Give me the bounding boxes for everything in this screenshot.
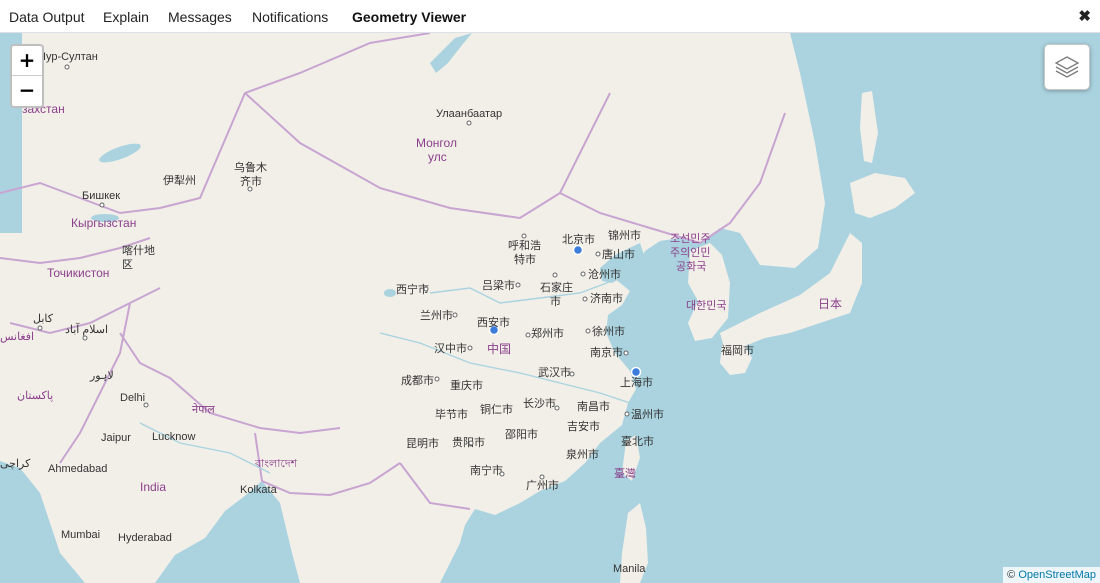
label-hohhot-2: 特市 bbox=[514, 252, 536, 266]
label-fukuoka: 福岡市 bbox=[721, 343, 754, 357]
label-shanghai: 上海市 bbox=[620, 375, 653, 389]
label-tongren: 铜仁市 bbox=[480, 402, 513, 416]
layers-button[interactable] bbox=[1044, 44, 1090, 90]
label-wenzhou: 温州市 bbox=[631, 407, 664, 421]
label-bishkek: Бишкек bbox=[82, 190, 120, 202]
label-china: 中国 bbox=[487, 341, 511, 356]
tab-data-output[interactable]: Data Output bbox=[9, 9, 85, 25]
label-wuhan: 武汉市 bbox=[538, 365, 571, 379]
label-bangladesh: বাংলাদেশ bbox=[254, 458, 298, 470]
label-kyrgyzstan: Кыргызстан bbox=[71, 216, 136, 230]
label-tangshan: 唐山市 bbox=[602, 247, 635, 261]
close-icon[interactable]: ✖ bbox=[1078, 7, 1091, 25]
label-lucknow: Lucknow bbox=[152, 431, 195, 443]
label-lahore: لاہور bbox=[89, 370, 114, 382]
label-yining: 伊犁州 bbox=[163, 173, 196, 187]
label-cangzhou: 沧州市 bbox=[588, 267, 621, 281]
label-lanzhou: 兰州市 bbox=[420, 308, 453, 322]
layers-icon bbox=[1054, 56, 1080, 78]
label-shijiazhuang-1: 石家庄 bbox=[540, 280, 573, 294]
attribution-prefix: © bbox=[1007, 569, 1016, 581]
label-nanning: 南宁市 bbox=[470, 463, 503, 477]
label-islamabad: اسلام آباد bbox=[65, 323, 108, 336]
label-tajikistan: Точикистон bbox=[47, 266, 109, 280]
tab-notifications[interactable]: Notifications bbox=[252, 9, 328, 25]
label-astana: Нур-Султан bbox=[38, 51, 98, 63]
map-attribution: © OpenStreetMap bbox=[1003, 567, 1100, 583]
label-ulaanbaatar: Улаанбаатар bbox=[436, 108, 502, 120]
label-shaoyang: 邵阳市 bbox=[505, 427, 538, 441]
label-nk-3: 공화국 bbox=[676, 260, 706, 273]
label-beijing: 北京市 bbox=[562, 232, 595, 246]
label-kabul: کابل bbox=[33, 313, 54, 325]
label-korea: 대한민국 bbox=[686, 299, 726, 312]
label-nk-2: 주의인민 bbox=[670, 246, 710, 259]
map-canvas[interactable]: Нур-Султан захстан Улаанбаатар Монгол ул… bbox=[0, 33, 1100, 583]
label-hohhot-1: 呼和浩 bbox=[508, 239, 541, 252]
label-nepal: नेपाल bbox=[192, 403, 215, 416]
label-urumqi-2: 齐市 bbox=[240, 174, 262, 188]
label-kashgar-1: 喀什地 bbox=[122, 244, 155, 257]
openstreetmap-link[interactable]: OpenStreetMap bbox=[1018, 569, 1096, 581]
label-manila: Manila bbox=[613, 563, 646, 575]
label-hanzhong: 汉中市 bbox=[434, 341, 467, 355]
marker-beijing[interactable] bbox=[572, 244, 584, 256]
map-view[interactable]: Нур-Султан захстан Улаанбаатар Монгол ул… bbox=[0, 33, 1100, 583]
label-jinzhou: 锦州市 bbox=[608, 228, 641, 242]
label-xian: 西安市 bbox=[477, 315, 510, 329]
label-kolkata: Kolkata bbox=[240, 484, 278, 496]
label-ahmedabad: Ahmedabad bbox=[48, 463, 107, 475]
label-nanjing: 南京市 bbox=[590, 345, 623, 359]
label-mumbai: Mumbai bbox=[61, 529, 100, 541]
zoom-out-button[interactable]: − bbox=[12, 76, 42, 106]
label-chengdu: 成都市 bbox=[401, 373, 434, 387]
label-changsha: 长沙市 bbox=[523, 396, 556, 410]
label-kunming: 昆明市 bbox=[406, 436, 439, 450]
label-mongolia-2: улс bbox=[428, 150, 447, 164]
label-nanchang: 南昌市 bbox=[577, 399, 610, 413]
results-tab-bar: Data Output Explain Messages Notificatio… bbox=[0, 0, 1100, 33]
label-shijiazhuang-2: 市 bbox=[550, 294, 561, 308]
marker-shanghai[interactable] bbox=[630, 366, 642, 378]
label-india: India bbox=[140, 480, 166, 494]
label-guangzhou: 广州市 bbox=[526, 478, 559, 492]
label-delhi: Delhi bbox=[120, 392, 145, 404]
label-urumqi-1: 乌鲁木 bbox=[234, 160, 267, 174]
label-pakistan: پاکستان bbox=[17, 390, 53, 402]
label-bijie: 毕节市 bbox=[435, 407, 468, 421]
label-hyderabad: Hyderabad bbox=[118, 532, 172, 544]
label-chongqing: 重庆市 bbox=[450, 378, 483, 392]
tab-messages[interactable]: Messages bbox=[168, 9, 232, 25]
label-zhengzhou: 郑州市 bbox=[531, 326, 564, 340]
label-afghanistan: افغانس bbox=[0, 331, 34, 343]
label-mongolia-1: Монгол bbox=[416, 136, 457, 150]
label-guiyang: 贵阳市 bbox=[452, 435, 485, 449]
label-quanzhou: 泉州市 bbox=[566, 447, 599, 461]
zoom-control: + − bbox=[10, 44, 44, 108]
label-taiwan: 臺灣 bbox=[614, 466, 636, 480]
label-karachi: کراچی bbox=[0, 458, 31, 470]
label-japan: 日本 bbox=[818, 297, 842, 311]
lake-qinghai bbox=[384, 289, 396, 297]
label-jinan: 济南市 bbox=[590, 291, 623, 305]
label-lvliang: 吕梁市 bbox=[482, 278, 515, 292]
label-xuzhou: 徐州市 bbox=[592, 324, 625, 338]
tab-explain[interactable]: Explain bbox=[103, 9, 149, 25]
label-taipei: 臺北市 bbox=[621, 434, 654, 448]
label-jaipur: Jaipur bbox=[101, 432, 131, 444]
label-jian: 吉安市 bbox=[567, 419, 600, 433]
tab-geometry-viewer[interactable]: Geometry Viewer bbox=[352, 9, 466, 25]
zoom-in-button[interactable]: + bbox=[12, 46, 42, 76]
label-nk-1: 조선민주 bbox=[670, 232, 710, 245]
